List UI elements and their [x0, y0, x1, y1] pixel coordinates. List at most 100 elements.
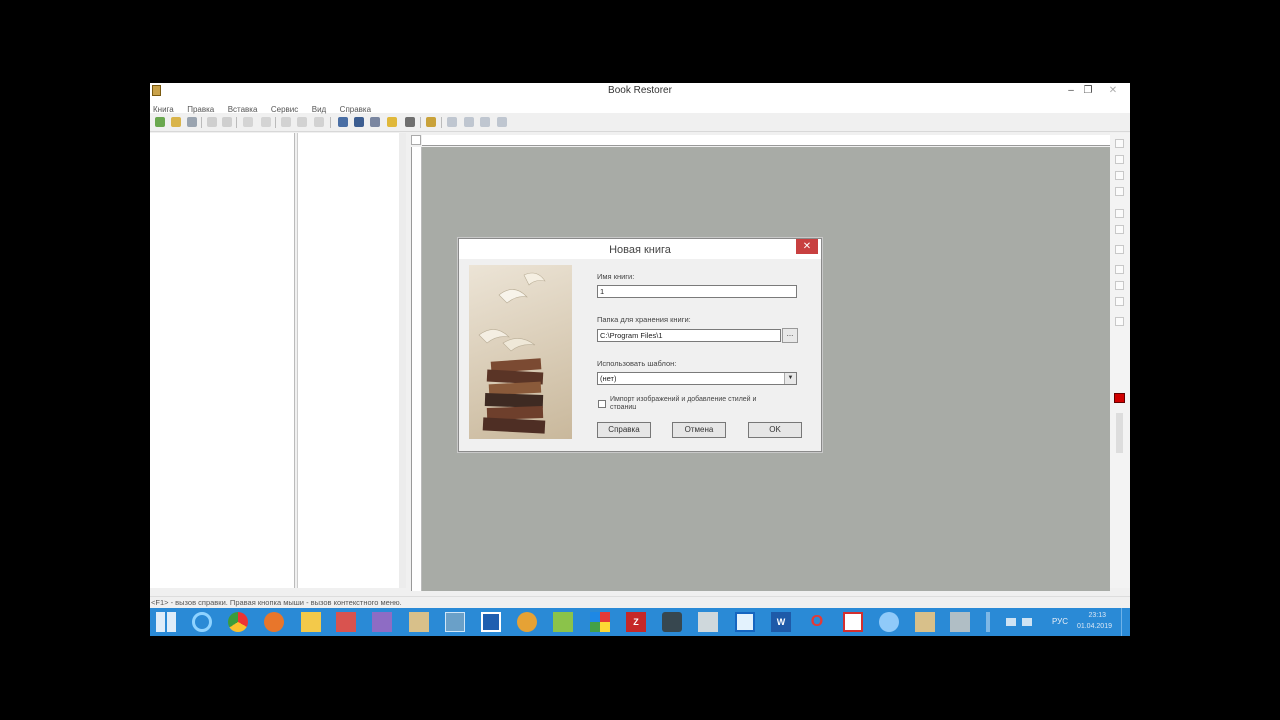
- chevron-down-icon[interactable]: ▼: [784, 373, 796, 384]
- book-name-label: Имя книги:: [597, 272, 635, 281]
- book-restorer-taskbar-icon[interactable]: [409, 612, 429, 632]
- color-swatch[interactable]: [1114, 393, 1125, 403]
- ruler-corner: [411, 135, 421, 145]
- camera-icon[interactable]: [662, 612, 682, 632]
- status-text: <F1> - вызов справки. Правая кнопка мыши…: [151, 598, 402, 607]
- first-page-icon[interactable]: [447, 117, 457, 127]
- import-checkbox-label: Импорт изображений и добавление стилей и: [610, 396, 757, 403]
- books-illustration: [469, 265, 572, 439]
- notepad-app-icon[interactable]: [553, 612, 573, 632]
- paint-icon[interactable]: [445, 612, 465, 632]
- toolbar: [150, 114, 1130, 132]
- virtualbox-icon[interactable]: [735, 612, 755, 632]
- new-book-icon[interactable]: [155, 117, 165, 127]
- language-indicator[interactable]: РУС: [1052, 617, 1068, 626]
- brush-icon[interactable]: [387, 117, 397, 127]
- internet-explorer-icon[interactable]: [192, 612, 212, 632]
- tools-panel: [1110, 133, 1130, 588]
- select-rect-icon[interactable]: [1115, 171, 1124, 180]
- folder-label: Папка для хранения книги:: [597, 315, 691, 324]
- import-checkbox[interactable]: [598, 400, 606, 408]
- acrobat-icon[interactable]: [843, 612, 863, 632]
- template-value: (нет): [600, 374, 617, 383]
- pages-pane[interactable]: [297, 133, 406, 588]
- eraser-tool-icon[interactable]: [1115, 225, 1124, 234]
- page-add-icon[interactable]: [297, 117, 307, 127]
- puzzle-app-icon[interactable]: [517, 612, 537, 632]
- taskbar: Z W O РУС 23:13 01.04.2019: [150, 608, 1130, 636]
- color-app-icon[interactable]: [590, 612, 610, 632]
- page-view-icon[interactable]: [370, 117, 380, 127]
- import-checkbox-label-cont: страниц: [610, 404, 637, 409]
- rotate-icon[interactable]: [354, 117, 364, 127]
- desktop-screen: Book Restorer – ❐ ✕ Книга Правка Вставка…: [150, 83, 1130, 636]
- remote-app-icon[interactable]: [950, 612, 970, 632]
- save-app-icon[interactable]: [481, 612, 501, 632]
- dialog-titlebar: Новая книга ✕: [459, 239, 821, 259]
- cancel-button[interactable]: Отмена: [672, 422, 726, 438]
- tools-scrollbar[interactable]: [1116, 413, 1123, 453]
- pointer-tool-icon[interactable]: [1115, 209, 1124, 218]
- filezilla-icon[interactable]: Z: [626, 612, 646, 632]
- menu-bar: Книга Правка Вставка Сервис Вид Справка: [150, 99, 1130, 114]
- fill-tool-icon[interactable]: [1115, 297, 1124, 306]
- open-icon[interactable]: [171, 117, 181, 127]
- stamp-tool-icon[interactable]: [1115, 245, 1124, 254]
- window-title: Book Restorer: [608, 85, 672, 96]
- page-icon[interactable]: [281, 117, 291, 127]
- firefox-icon[interactable]: [264, 612, 284, 632]
- maximize-button[interactable]: ❐: [1077, 83, 1099, 99]
- last-page-icon[interactable]: [497, 117, 507, 127]
- toolbar-separator: [420, 117, 421, 128]
- key-icon[interactable]: [426, 117, 436, 127]
- word-icon[interactable]: W: [771, 612, 791, 632]
- chrome-icon[interactable]: [228, 612, 248, 632]
- books-illustration-graphic: [478, 272, 546, 434]
- close-button[interactable]: ✕: [1102, 83, 1124, 99]
- pages-pane-scrollbar[interactable]: [399, 133, 406, 588]
- dialog-close-button[interactable]: ✕: [796, 239, 818, 254]
- book-restorer-2-icon[interactable]: [915, 612, 935, 632]
- start-icon[interactable]: [156, 612, 176, 632]
- scanner-icon[interactable]: [698, 612, 718, 632]
- crop-tool-icon[interactable]: [1115, 187, 1124, 196]
- clock-date[interactable]: 01.04.2019: [1077, 623, 1112, 630]
- taskbar-divider: [986, 612, 990, 632]
- book-name-input[interactable]: 1: [597, 285, 797, 298]
- network-tray-icon[interactable]: [1022, 618, 1032, 626]
- show-desktop-button[interactable]: [1121, 608, 1130, 636]
- redo-icon[interactable]: [222, 117, 232, 127]
- onenote-icon[interactable]: [372, 612, 392, 632]
- prev-page-icon[interactable]: [464, 117, 474, 127]
- opera-icon[interactable]: O: [807, 612, 827, 632]
- toolbar-separator: [201, 117, 202, 128]
- window-titlebar: Book Restorer – ❐ ✕: [150, 83, 1130, 99]
- pencil-tool-icon[interactable]: [1115, 265, 1124, 274]
- clock-time[interactable]: 23:13: [1088, 612, 1106, 619]
- copy-icon[interactable]: [243, 117, 253, 127]
- page-remove-icon[interactable]: [314, 117, 324, 127]
- zoom-icon[interactable]: [338, 117, 348, 127]
- dialog-title: Новая книга: [609, 244, 671, 256]
- browse-folder-button[interactable]: ...: [782, 328, 798, 343]
- save-icon[interactable]: [187, 117, 197, 127]
- template-select[interactable]: (нет) ▼: [597, 372, 797, 385]
- network-app-icon[interactable]: [879, 612, 899, 632]
- hand-icon[interactable]: [405, 117, 415, 127]
- undo-icon[interactable]: [207, 117, 217, 127]
- file-explorer-icon[interactable]: [301, 612, 321, 632]
- ok-button[interactable]: OK: [748, 422, 802, 438]
- brush-tool-icon[interactable]: [1115, 281, 1124, 290]
- help-button[interactable]: Справка: [597, 422, 651, 438]
- template-label: Использовать шаблон:: [597, 359, 677, 368]
- book-tree-pane[interactable]: [150, 133, 295, 588]
- tray-icon[interactable]: [1006, 618, 1016, 626]
- line-tool-icon[interactable]: [1115, 317, 1124, 326]
- lasso-tool-icon[interactable]: [1115, 139, 1124, 148]
- paste-icon[interactable]: [261, 117, 271, 127]
- folder-input[interactable]: C:\Program Files\1: [597, 329, 781, 342]
- next-page-icon[interactable]: [480, 117, 490, 127]
- photo-app-icon[interactable]: [336, 612, 356, 632]
- new-book-dialog: Новая книга ✕ Имя книги: 1 Папка для хра…: [458, 238, 822, 452]
- magnifier-tool-icon[interactable]: [1115, 155, 1124, 164]
